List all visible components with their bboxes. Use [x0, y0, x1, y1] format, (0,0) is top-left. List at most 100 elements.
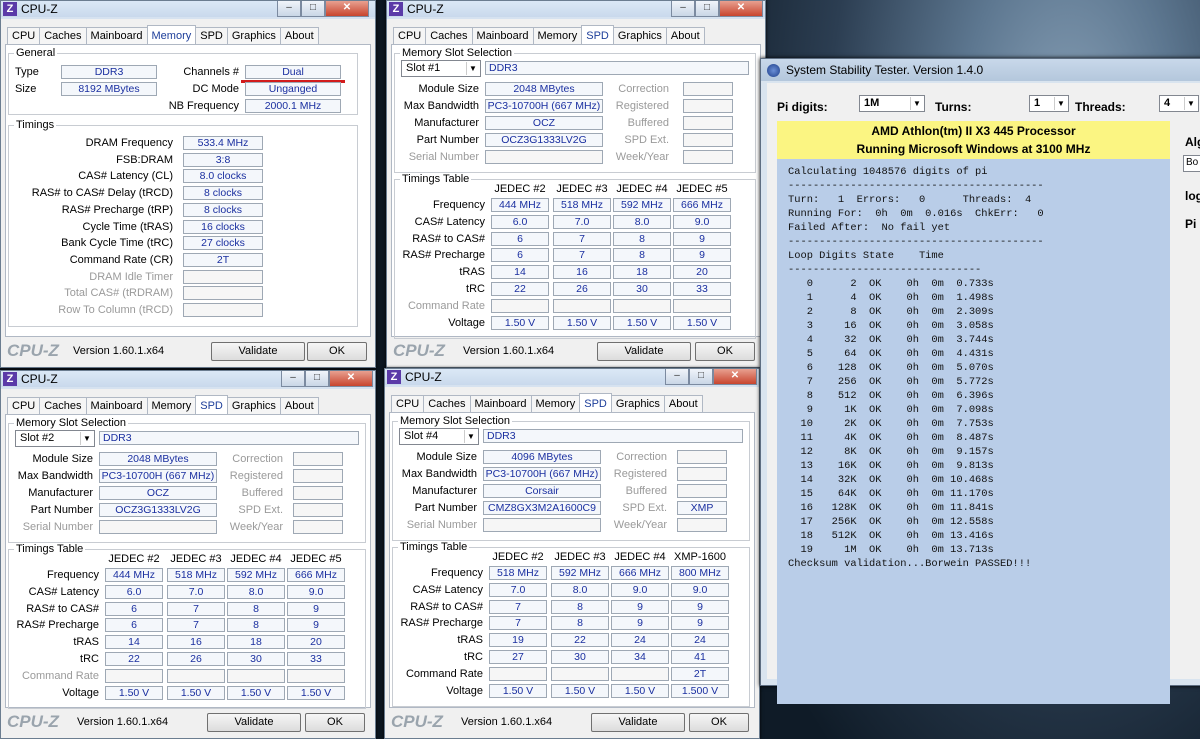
ok-button[interactable]: OK: [307, 342, 367, 361]
tab-graphics[interactable]: Graphics: [226, 27, 281, 45]
tab-cpu[interactable]: CPU: [7, 397, 41, 415]
slot-field-value: 2048 MBytes: [485, 82, 603, 96]
tab-about[interactable]: About: [279, 397, 319, 415]
slot-field-label: Module Size: [32, 453, 93, 465]
close-button[interactable]: ✕: [719, 1, 763, 17]
tab-caches[interactable]: Caches: [425, 27, 473, 45]
tab-cpu[interactable]: CPU: [391, 395, 425, 413]
threads-select[interactable]: 4 ▼: [1159, 95, 1199, 112]
maximize-button[interactable]: □: [695, 1, 719, 17]
memory-slot-group: Memory Slot Selection Slot #1 ▼ DDR3 Module …: [394, 47, 756, 173]
tab-spd[interactable]: SPD: [195, 395, 228, 415]
version-label: Version 1.60.1.x64: [77, 716, 169, 728]
tab-cpu[interactable]: CPU: [7, 27, 41, 45]
tab-graphics[interactable]: Graphics: [612, 27, 667, 45]
turns-select[interactable]: 1 ▼: [1029, 95, 1069, 112]
slot-select[interactable]: Slot #4 ▼: [399, 428, 479, 445]
tab-caches[interactable]: Caches: [39, 397, 87, 415]
minimize-button[interactable]: –: [281, 371, 305, 387]
slot-flag-label: Correction: [618, 83, 669, 95]
slot-flag-value: [683, 82, 733, 96]
tab-mainboard[interactable]: Mainboard: [469, 395, 532, 413]
tab-about[interactable]: About: [279, 27, 319, 45]
timings-column-header: JEDEC #4: [614, 551, 666, 563]
timings-row-label: Voltage: [446, 684, 483, 697]
timings-column-header: JEDEC #4: [230, 553, 282, 565]
sst-title-bar[interactable]: System Stability Tester. Version 1.4.0: [761, 59, 1200, 81]
timings-cell: 9: [611, 599, 669, 614]
tab-memory[interactable]: Memory: [532, 27, 583, 45]
validate-button[interactable]: Validate: [591, 713, 685, 732]
timings-cell: 9: [671, 616, 729, 631]
minimize-button[interactable]: –: [277, 1, 301, 17]
slot-select[interactable]: Slot #1 ▼: [401, 60, 481, 77]
tab-spd[interactable]: SPD: [195, 27, 228, 45]
algorithm-select[interactable]: Bo: [1183, 155, 1200, 172]
tab-graphics[interactable]: Graphics: [610, 395, 665, 413]
tab-about[interactable]: About: [665, 27, 705, 45]
timings-cell: 22: [105, 652, 163, 666]
tab-strip: CPU Caches Mainboard Memory SPD Graphics About: [393, 25, 705, 45]
timings-table-group: Timings Table JEDEC #2 JEDEC #3 JEDEC #4 JED…: [8, 543, 366, 709]
title-bar[interactable]: Z CPU-Z – □ ✕: [1, 1, 375, 17]
tab-caches[interactable]: Caches: [423, 395, 471, 413]
validate-button[interactable]: Validate: [207, 713, 301, 732]
title-bar[interactable]: Z CPU-Z – □ ✕: [385, 369, 759, 385]
ok-button[interactable]: OK: [695, 342, 755, 361]
timings-row-label: tRC: [464, 651, 483, 663]
timings-cell: 8.0: [613, 214, 671, 229]
timings-cell: 666 MHz: [673, 198, 731, 212]
slot-flag-label: SPD Ext.: [624, 134, 669, 146]
chevron-down-icon: ▼: [464, 430, 477, 443]
timings-cell: 30: [551, 650, 609, 664]
timing-value: [183, 286, 263, 301]
timings-column-header: JEDEC #2: [494, 183, 546, 195]
slot-flag-value: [677, 484, 727, 498]
pi-digits-select[interactable]: 1M ▼: [859, 95, 925, 112]
close-button[interactable]: ✕: [713, 369, 757, 385]
tab-mainboard[interactable]: Mainboard: [471, 27, 534, 45]
title-bar[interactable]: Z CPU-Z – □ ✕: [1, 371, 375, 387]
slot-flag-value: [677, 518, 727, 532]
ok-button[interactable]: OK: [689, 713, 749, 732]
tab-about[interactable]: About: [663, 395, 703, 413]
tab-spd[interactable]: SPD: [581, 25, 614, 45]
ok-button[interactable]: OK: [305, 713, 365, 732]
timings-cell: 7: [167, 618, 225, 633]
title-bar[interactable]: Z CPU-Z – □ ✕: [387, 1, 765, 17]
tab-mainboard[interactable]: Mainboard: [85, 27, 148, 45]
slot-flag-label: Correction: [232, 453, 283, 465]
version-label: Version 1.60.1.x64: [463, 345, 555, 357]
timings-cell: 592 MHz: [551, 566, 609, 580]
slot-field-label: Manufacturer: [414, 117, 479, 129]
timings-row-label: tRC: [466, 283, 485, 295]
tab-memory[interactable]: Memory: [146, 397, 197, 415]
timings-cell: 9: [673, 231, 731, 246]
slot-flag-value: [293, 520, 343, 534]
tab-graphics[interactable]: Graphics: [226, 397, 281, 415]
timings-cell: 666 MHz: [611, 566, 669, 580]
validate-button[interactable]: Validate: [597, 342, 691, 361]
maximize-button[interactable]: □: [305, 371, 329, 387]
window-body: CPU Caches Mainboard Memory SPD Graphics About…: [387, 19, 765, 367]
tab-caches[interactable]: Caches: [39, 27, 87, 45]
tab-memory[interactable]: Memory: [146, 25, 197, 45]
timings-cell: 9: [287, 601, 345, 616]
tab-spd[interactable]: SPD: [579, 393, 612, 413]
close-button[interactable]: ✕: [329, 371, 373, 387]
cpuz-app-icon: Z: [387, 370, 401, 384]
maximize-button[interactable]: □: [689, 369, 713, 385]
slot-select[interactable]: Slot #2 ▼: [15, 430, 95, 447]
validate-button[interactable]: Validate: [211, 342, 305, 361]
slot-flag-value: [293, 486, 343, 500]
tab-cpu[interactable]: CPU: [393, 27, 427, 45]
tab-mainboard[interactable]: Mainboard: [85, 397, 148, 415]
window-title: CPU-Z: [405, 370, 442, 384]
minimize-button[interactable]: –: [671, 1, 695, 17]
output-console: Calculating 1048576 digits of pi -------…: [777, 159, 1170, 704]
tab-memory[interactable]: Memory: [530, 395, 581, 413]
os-info: Running Microsoft Windows at 3100 MHz: [856, 142, 1091, 156]
maximize-button[interactable]: □: [301, 1, 325, 17]
minimize-button[interactable]: –: [665, 369, 689, 385]
close-button[interactable]: ✕: [325, 1, 369, 17]
